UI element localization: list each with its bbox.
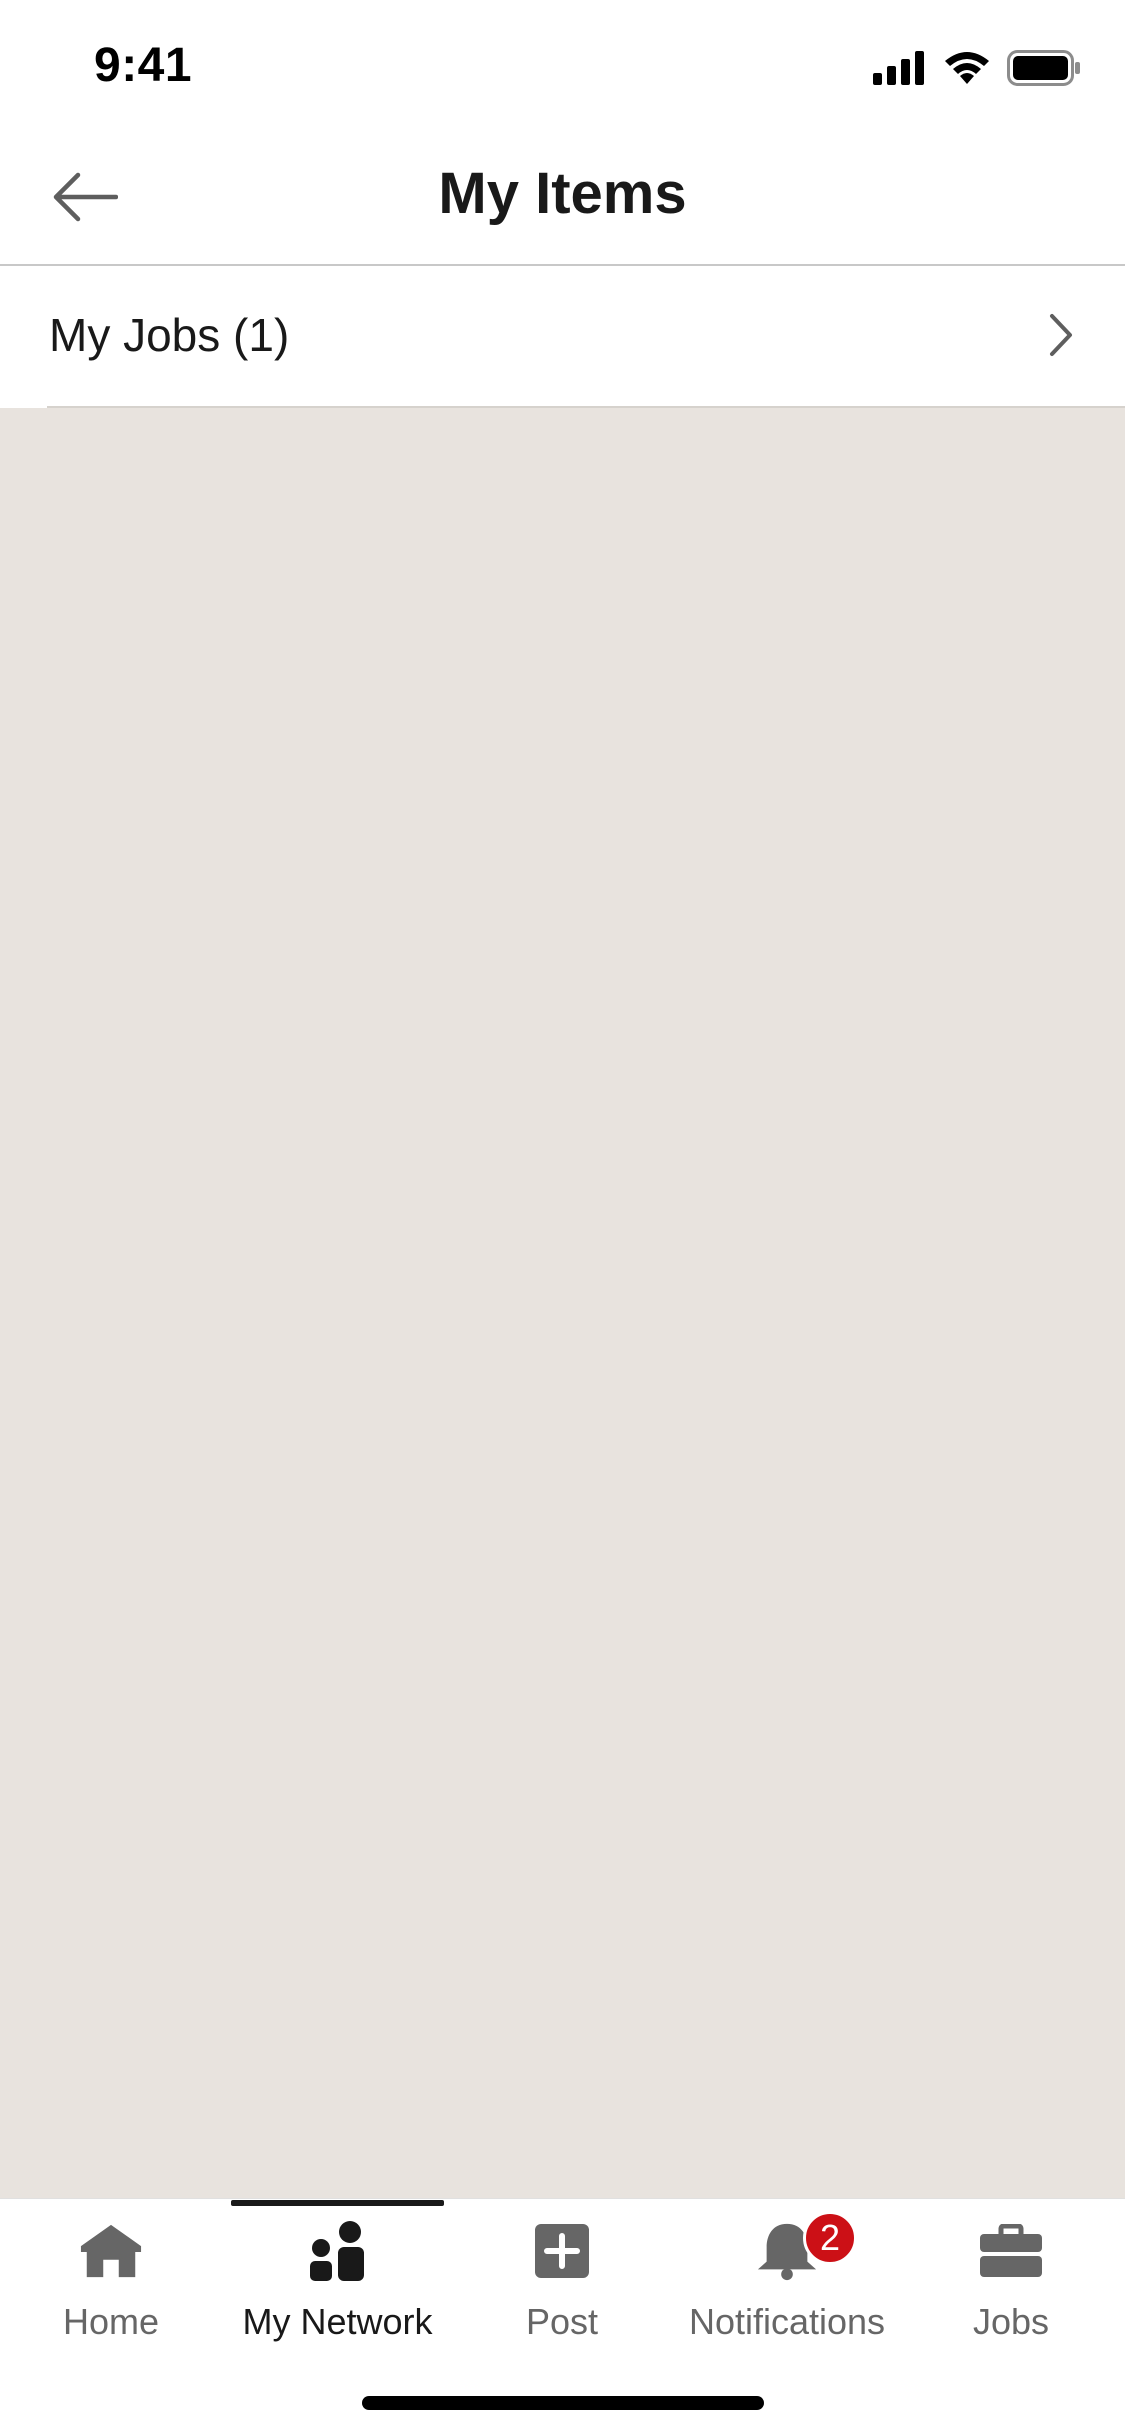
cellular-signal-icon (873, 51, 924, 85)
tab-label: My Network (242, 2301, 433, 2342)
tab-jobs[interactable]: Jobs (950, 2199, 1072, 2349)
tab-home[interactable]: Home (50, 2199, 172, 2349)
status-bar: 9:41 (0, 0, 1125, 132)
network-icon (306, 2219, 370, 2283)
briefcase-icon (979, 2219, 1043, 2283)
list-item-label: My Jobs (1) (49, 309, 290, 361)
page-title: My Items (438, 161, 687, 226)
list-divider (47, 406, 1125, 408)
bell-icon: 2 (755, 2211, 857, 2283)
home-indicator (362, 2396, 764, 2410)
header: My Items (0, 132, 1125, 266)
plus-square-icon (530, 2219, 594, 2283)
tab-label: Post (525, 2301, 599, 2342)
home-icon (79, 2219, 143, 2283)
tab-post[interactable]: Post (502, 2199, 622, 2349)
tab-my-network[interactable]: My Network (231, 2199, 444, 2349)
tab-label: Jobs (972, 2301, 1050, 2342)
chevron-right-icon (1041, 310, 1081, 360)
notification-badge: 2 (803, 2211, 857, 2265)
tab-label: Notifications (688, 2301, 886, 2342)
battery-icon (1007, 50, 1080, 86)
status-icons (873, 48, 1081, 88)
tab-label: Home (62, 2301, 160, 2342)
tab-notifications[interactable]: 2 Notifications (682, 2199, 892, 2349)
status-time: 9:41 (94, 39, 193, 92)
list-item-my-jobs[interactable]: My Jobs (1) (0, 266, 1125, 408)
wifi-icon (945, 52, 989, 84)
